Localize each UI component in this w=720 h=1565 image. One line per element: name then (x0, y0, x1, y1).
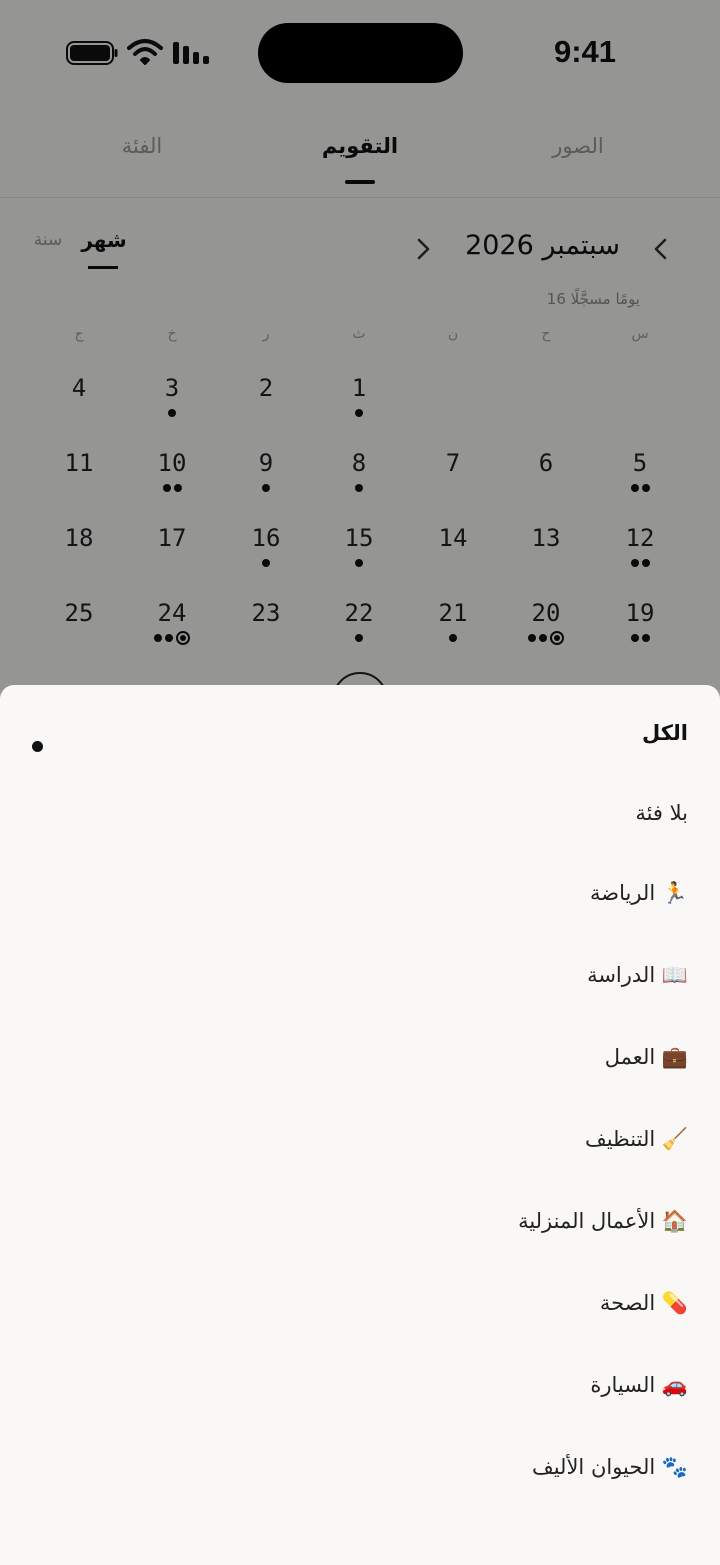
category-option-sports[interactable]: 🏃 الرياضة (0, 855, 720, 937)
category-option-housework[interactable]: 🏠 الأعمال المنزلية (0, 1183, 720, 1265)
category-option-study[interactable]: 📖 الدراسة (0, 937, 720, 1019)
category-option-cleaning[interactable]: 🧹 التنظيف (0, 1101, 720, 1183)
category-option-label: 🏃 الرياضة (590, 881, 688, 905)
category-option-label: بلا فئة (635, 801, 688, 825)
category-option-label: 🚗 السيارة (590, 1373, 688, 1397)
category-option-label: الكل (641, 721, 688, 745)
category-option-label: 🏠 الأعمال المنزلية (518, 1209, 688, 1233)
category-option-car[interactable]: 🚗 السيارة (0, 1347, 720, 1429)
category-option-health[interactable]: 💊 الصحة (0, 1265, 720, 1347)
category-option-work[interactable]: 💼 العمل (0, 1019, 720, 1101)
category-option-label: 🐾 الحيوان الأليف (531, 1455, 688, 1479)
category-option-uncategorized[interactable]: بلا فئة (0, 775, 720, 857)
selected-indicator-icon (32, 741, 43, 752)
category-option-label: 💊 الصحة (599, 1291, 688, 1315)
category-filter-sheet: الكل بلا فئة 🏃 الرياضة 📖 الدراسة 💼 العمل… (0, 685, 720, 1565)
category-option-label: 🧹 التنظيف (584, 1127, 688, 1151)
category-option-label: 📖 الدراسة (587, 963, 688, 987)
category-option-pet[interactable]: 🐾 الحيوان الأليف (0, 1429, 720, 1511)
category-option-all[interactable]: الكل (0, 695, 720, 777)
category-option-label: 💼 العمل (604, 1045, 688, 1069)
